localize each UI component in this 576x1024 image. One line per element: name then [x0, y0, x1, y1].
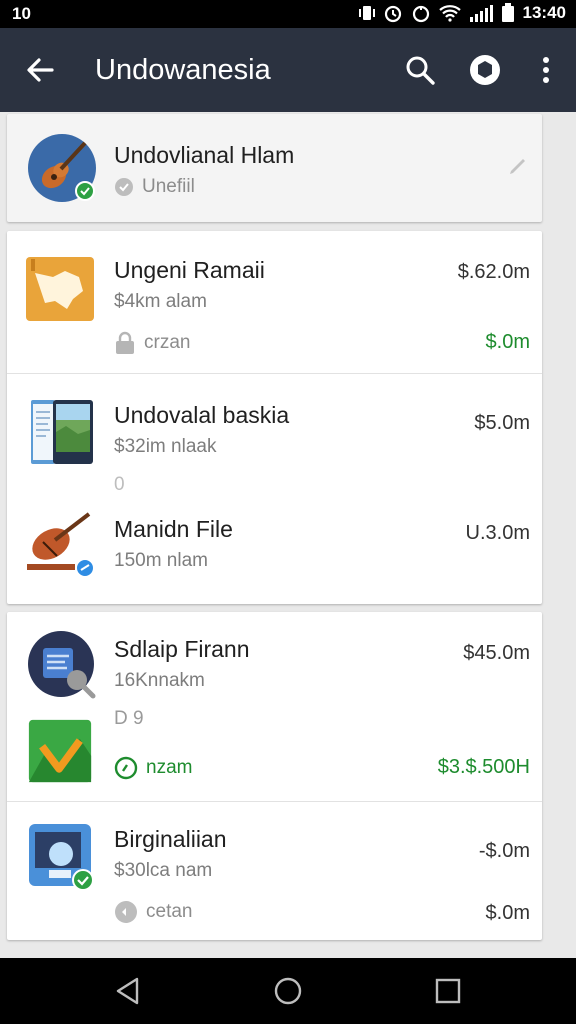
item-price: $45.0m [463, 642, 530, 664]
item-name: Ungeni Ramaii [114, 257, 265, 283]
back-arrow-icon[interactable] [24, 54, 56, 86]
page-title: Undowanesia [95, 54, 271, 86]
lock-icon [116, 331, 134, 354]
item-subtitle: $4km alam [114, 291, 207, 312]
item-meta: 0 [114, 474, 125, 495]
item-subtitle: $30lca nam [114, 860, 213, 881]
wifi-icon [438, 5, 461, 22]
status-left-text: 10 [12, 4, 31, 23]
settings-icon[interactable] [467, 52, 503, 88]
item-price: $3.$.500H [437, 756, 530, 778]
item-meta: D 9 [114, 708, 144, 729]
data-saver-icon [412, 5, 429, 23]
document-search-icon [28, 631, 96, 699]
status-bar: 10 13:40 [0, 0, 576, 28]
item-price-secondary: $.0m [485, 902, 530, 924]
vibrate-icon [358, 6, 375, 20]
header-card-subtitle: Unefiil [142, 176, 195, 197]
nav-back-icon[interactable] [112, 975, 144, 1007]
item-price: $.62.0m [457, 261, 530, 283]
chart-app-icon [28, 719, 92, 783]
item-price-secondary: $.0m [485, 331, 530, 353]
item-subtitle: $32im nlaak [114, 436, 217, 457]
signal-icon [469, 5, 493, 22]
clock-icon [114, 756, 138, 780]
refresh-icon [115, 901, 137, 923]
item-price: -$.0m [478, 840, 530, 862]
edit-icon[interactable] [506, 154, 530, 178]
item-name: Birginaliian [114, 826, 227, 852]
header-card[interactable]: Undovlianal Hlam Unefiil [7, 114, 542, 222]
nav-home-icon[interactable] [272, 975, 304, 1007]
items-card-1: Ungeni Ramaii $4km alam crzan $.62.0m $.… [7, 231, 542, 604]
status-time: 13:40 [522, 3, 566, 22]
item-meta: nzam [146, 757, 193, 778]
more-options-icon[interactable] [528, 52, 564, 88]
violin-thumbnail-icon [27, 512, 95, 578]
list-item[interactable]: Ungeni Ramaii $4km alam crzan $.62.0m $.… [7, 231, 542, 373]
tablet-app-icon [31, 400, 93, 464]
monitor-app-icon [29, 824, 93, 891]
list-item[interactable]: Undovalal baskia $32im nlaak 0 $5.0m Man… [7, 374, 542, 604]
item-subtitle: 16Knnakm [114, 670, 205, 691]
item-subtitle: 150m nlam [114, 550, 208, 571]
guitar-avatar-icon [28, 134, 96, 202]
system-nav-bar [0, 958, 576, 1024]
item-meta: crzan [144, 332, 191, 353]
items-card-2: Sdlaip Firann 16Knnakm D 9 $45.0m nzam $… [7, 612, 542, 940]
battery-icon [501, 3, 514, 22]
item-name: Undovalal baskia [114, 402, 290, 428]
header-card-name: Undovlianal Hlam [114, 142, 295, 168]
item-name: Manidn File [114, 516, 233, 542]
info-icon [115, 178, 133, 196]
item-price: $5.0m [474, 412, 530, 434]
item-price: U.3.0m [465, 522, 530, 544]
alarm-icon [384, 5, 401, 23]
map-thumbnail-icon [26, 257, 94, 321]
item-meta: cetan [146, 901, 193, 922]
list-item[interactable]: Birginaliian $30lca nam cetan -$.0m $.0m [7, 802, 542, 940]
list-item[interactable]: Sdlaip Firann 16Knnakm D 9 $45.0m nzam $… [7, 612, 542, 801]
item-name: Sdlaip Firann [114, 636, 250, 662]
app-bar: Undowanesia [0, 28, 576, 112]
search-icon[interactable] [402, 52, 438, 88]
nav-recents-icon[interactable] [432, 975, 464, 1007]
